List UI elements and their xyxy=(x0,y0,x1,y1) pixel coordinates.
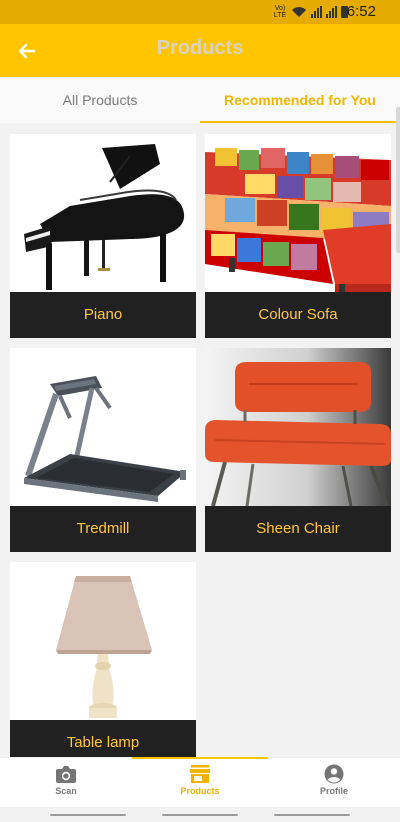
tab-bar: All Products Recommended for You xyxy=(0,77,400,123)
lamp-image xyxy=(10,562,196,720)
nav-item-products[interactable]: Products xyxy=(132,758,268,808)
signal-icon xyxy=(311,6,322,18)
system-navigation-bar xyxy=(0,807,400,822)
nav-item-profile[interactable]: Profile xyxy=(268,758,400,808)
camera-icon xyxy=(56,766,76,783)
product-label: Piano xyxy=(10,292,196,338)
sofa-image xyxy=(205,134,391,292)
volte-indicator: Vo) LTE xyxy=(273,5,287,19)
product-label: Tredmill xyxy=(10,506,196,552)
product-card-colour-sofa[interactable]: Colour Sofa xyxy=(205,134,391,338)
back-system-button[interactable] xyxy=(274,814,350,816)
tab-recommended-for-you[interactable]: Recommended for You xyxy=(200,77,400,123)
bottom-navigation: Scan Products Profile xyxy=(0,757,400,808)
nav-label: Profile xyxy=(319,786,348,796)
app-bar: Products xyxy=(0,24,400,77)
product-card-table-lamp[interactable]: Table lamp xyxy=(10,562,196,757)
signal-icon-2 xyxy=(326,6,337,18)
status-bar: Vo) LTE 6:52 xyxy=(0,0,400,24)
chair-image xyxy=(205,348,391,506)
account-circle-icon xyxy=(324,764,344,784)
product-label: Table lamp xyxy=(10,720,196,757)
nav-label: Scan xyxy=(55,786,77,796)
product-grid[interactable]: Piano Colour Sofa Tredmill Sheen Chair T… xyxy=(0,123,400,757)
home-button[interactable] xyxy=(162,814,238,816)
status-time: 6:52 xyxy=(346,3,376,20)
product-label: Sheen Chair xyxy=(205,506,391,552)
piano-image xyxy=(10,134,196,292)
page-title: Products xyxy=(156,37,244,59)
scrollbar[interactable] xyxy=(396,107,400,253)
product-card-piano[interactable]: Piano xyxy=(10,134,196,338)
nav-item-scan[interactable]: Scan xyxy=(0,758,132,808)
recent-apps-button[interactable] xyxy=(50,814,126,816)
treadmill-image xyxy=(10,348,196,506)
store-icon xyxy=(190,765,210,783)
product-card-sheen-chair[interactable]: Sheen Chair xyxy=(205,348,391,552)
tab-all-products[interactable]: All Products xyxy=(0,77,200,123)
nav-label: Products xyxy=(180,786,220,796)
status-icons: Vo) LTE xyxy=(273,4,348,20)
product-label: Colour Sofa xyxy=(205,292,391,338)
wifi-icon xyxy=(292,7,306,17)
product-card-tredmill[interactable]: Tredmill xyxy=(10,348,196,552)
